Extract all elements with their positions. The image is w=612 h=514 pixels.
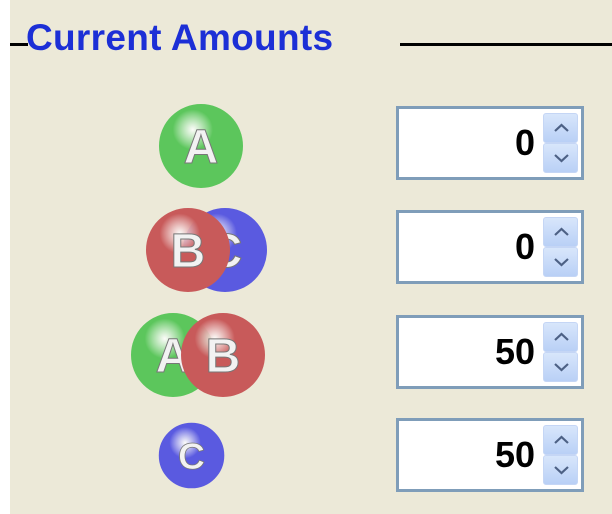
- spinner-buttons: [543, 425, 578, 485]
- molecule-ball-b: B: [145, 207, 231, 292]
- svg-text:C: C: [178, 435, 205, 477]
- chevron-up-icon: [554, 435, 569, 444]
- molecule-a-ball-icon: A: [159, 104, 243, 188]
- chevron-up-icon: [554, 227, 569, 236]
- increment-button[interactable]: [543, 217, 578, 247]
- svg-text:B: B: [171, 225, 206, 278]
- amount-row-a: A 0: [0, 103, 612, 188]
- chevron-down-icon: [554, 363, 569, 372]
- increment-button[interactable]: [543, 113, 578, 143]
- amount-row-bc: B C 0: [0, 207, 612, 292]
- molecule-b-ball-icon: B: [181, 313, 265, 397]
- amount-value[interactable]: 0: [515, 213, 535, 281]
- decrement-button[interactable]: [543, 143, 578, 173]
- species-ab-icon: A B: [110, 312, 310, 397]
- species-c-icon: C: [110, 418, 310, 498]
- amount-spinner-c[interactable]: 50: [396, 418, 584, 492]
- spinner-buttons: [543, 113, 578, 173]
- spinner-buttons: [543, 322, 578, 382]
- species-a-icon: A: [110, 103, 310, 188]
- chevron-down-icon: [554, 466, 569, 475]
- decrement-button[interactable]: [543, 247, 578, 277]
- molecule-ball-c: C: [158, 422, 225, 502]
- spinner-buttons: [543, 217, 578, 277]
- group-title: Current Amounts: [26, 17, 334, 58]
- chevron-down-icon: [554, 258, 569, 267]
- amount-spinner-bc[interactable]: 0: [396, 210, 584, 284]
- increment-button[interactable]: [543, 425, 578, 455]
- molecule-ball-b: B: [180, 312, 266, 397]
- svg-text:A: A: [184, 121, 219, 174]
- chevron-down-icon: [554, 154, 569, 163]
- species-bc-icon: B C: [110, 207, 310, 292]
- chevron-up-icon: [554, 332, 569, 341]
- increment-button[interactable]: [543, 322, 578, 352]
- decrement-button[interactable]: [543, 455, 578, 485]
- amount-row-c: C 50: [0, 418, 612, 498]
- group-border-right: [400, 43, 612, 46]
- amount-value[interactable]: 50: [495, 421, 535, 489]
- chevron-up-icon: [554, 123, 569, 132]
- molecule-ball-a: A: [158, 103, 244, 188]
- decrement-button[interactable]: [543, 352, 578, 382]
- amount-value[interactable]: 0: [515, 109, 535, 177]
- molecule-b-ball-icon: B: [146, 208, 230, 292]
- amount-spinner-ab[interactable]: 50: [396, 315, 584, 389]
- amount-spinner-a[interactable]: 0: [396, 106, 584, 180]
- molecule-c-ball-icon: C: [158, 422, 225, 489]
- svg-text:B: B: [206, 330, 241, 383]
- amount-value[interactable]: 50: [495, 318, 535, 386]
- amount-row-ab: A B 50: [0, 312, 612, 397]
